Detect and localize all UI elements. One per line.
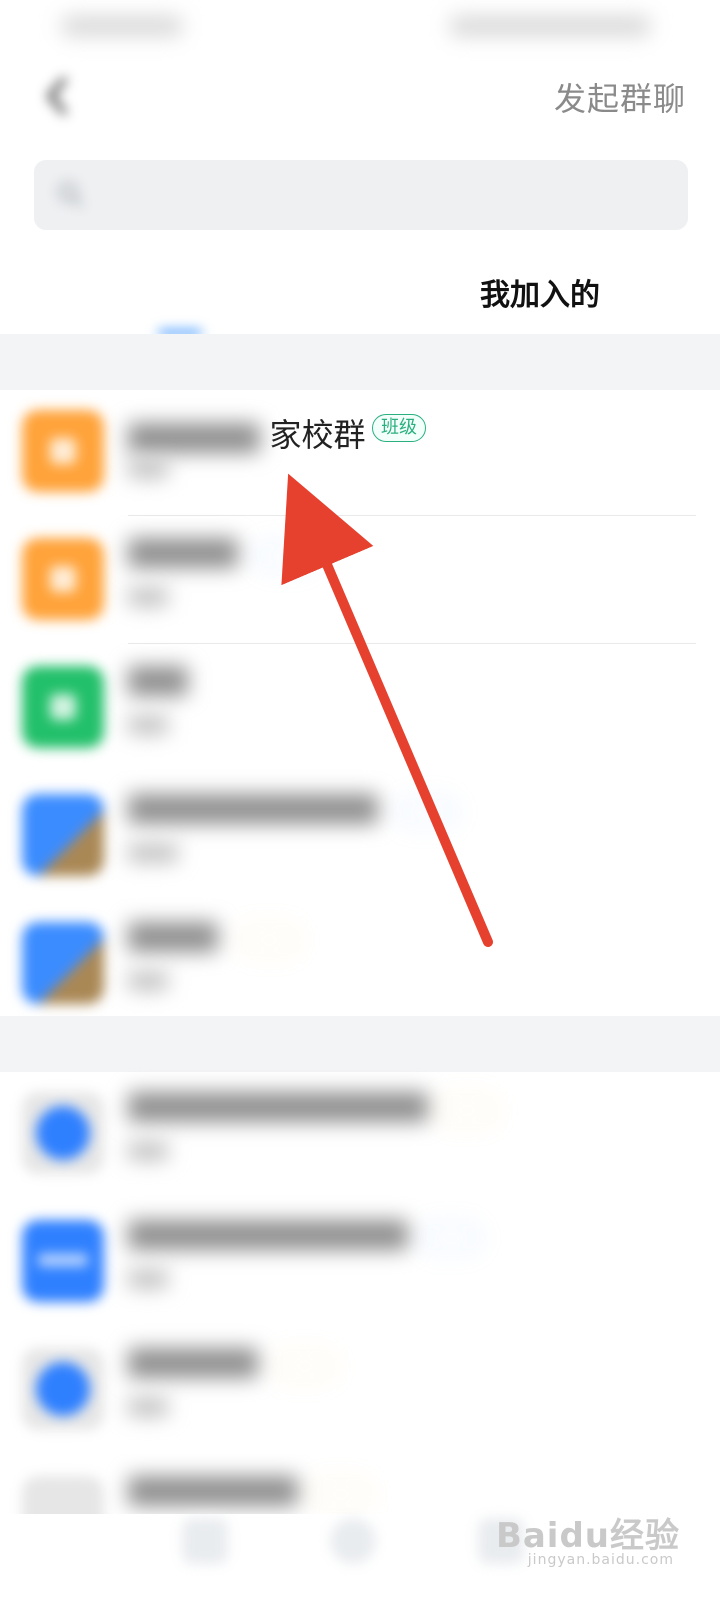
avatar-symbol	[50, 438, 76, 464]
group-name: 家校群	[128, 410, 366, 456]
group-name-blurred	[128, 422, 260, 453]
group-subtitle	[128, 972, 168, 990]
group-subtitle	[128, 716, 168, 734]
group-name	[128, 538, 238, 568]
group-avatar	[22, 922, 104, 1004]
status-badge	[276, 1352, 334, 1380]
group-subtitle	[128, 844, 178, 862]
avatar-symbol	[50, 566, 76, 592]
status-right	[450, 16, 650, 36]
status-badge	[422, 1224, 480, 1252]
nav-back-icon[interactable]	[182, 1518, 228, 1564]
group-name	[128, 922, 218, 952]
tab-joined-label: 我加入的	[480, 278, 600, 313]
list-item-3[interactable]	[0, 644, 720, 772]
status-badge	[438, 1096, 496, 1124]
list-item-5[interactable]	[0, 900, 720, 1028]
top-bar: 发起群聊	[0, 56, 720, 136]
status-badge	[256, 542, 314, 570]
group-name	[128, 1092, 428, 1122]
watermark-main: Baidu经验	[495, 1516, 680, 1556]
list-item-6[interactable]	[0, 1070, 720, 1198]
status-bar	[0, 0, 720, 48]
group-avatar	[22, 794, 104, 876]
group-avatar	[22, 538, 104, 620]
group-subtitle	[128, 1142, 168, 1160]
tabs: 我加入的	[0, 248, 720, 336]
list-item-8[interactable]	[0, 1326, 720, 1454]
list-item-2[interactable]	[0, 516, 720, 644]
search-icon	[56, 180, 84, 208]
group-avatar	[22, 1348, 104, 1430]
group-subtitle	[128, 460, 168, 478]
group-avatar	[22, 1220, 104, 1302]
status-badge: 班级	[372, 414, 426, 442]
group-avatar	[22, 1092, 104, 1174]
group-subtitle	[128, 588, 168, 606]
group-subtitle	[128, 1270, 168, 1288]
section-header-2	[0, 1016, 720, 1072]
list-item-1[interactable]: 家校群 班级	[0, 388, 720, 516]
status-left	[62, 16, 182, 36]
back-icon[interactable]	[40, 74, 74, 118]
watermark: Baidu经验 jingyan.baidu.com	[495, 1508, 680, 1568]
group-name	[128, 1348, 258, 1378]
start-group-chat-button[interactable]: 发起群聊	[554, 74, 686, 120]
group-subtitle	[128, 1398, 168, 1416]
tab-left[interactable]	[60, 248, 300, 336]
group-name	[128, 794, 378, 824]
search-bar[interactable]	[34, 160, 688, 230]
list-item-4[interactable]	[0, 772, 720, 900]
status-badge	[398, 798, 456, 826]
group-avatar	[22, 410, 104, 492]
status-badge	[240, 926, 298, 954]
avatar-circle	[36, 1362, 90, 1416]
avatar-text	[38, 1254, 88, 1266]
page-title	[290, 78, 430, 114]
avatar-symbol	[50, 694, 76, 720]
group-avatar	[22, 666, 104, 748]
tab-joined[interactable]: 我加入的	[420, 248, 660, 336]
list-item-7[interactable]	[0, 1198, 720, 1326]
nav-home-icon[interactable]	[330, 1518, 376, 1564]
avatar-circle	[36, 1106, 90, 1160]
watermark-sub: jingyan.baidu.com	[527, 1552, 674, 1568]
group-name	[128, 1220, 408, 1250]
group-name-suffix: 家校群	[269, 416, 366, 454]
section-header-1	[0, 334, 720, 390]
group-name	[128, 666, 188, 696]
